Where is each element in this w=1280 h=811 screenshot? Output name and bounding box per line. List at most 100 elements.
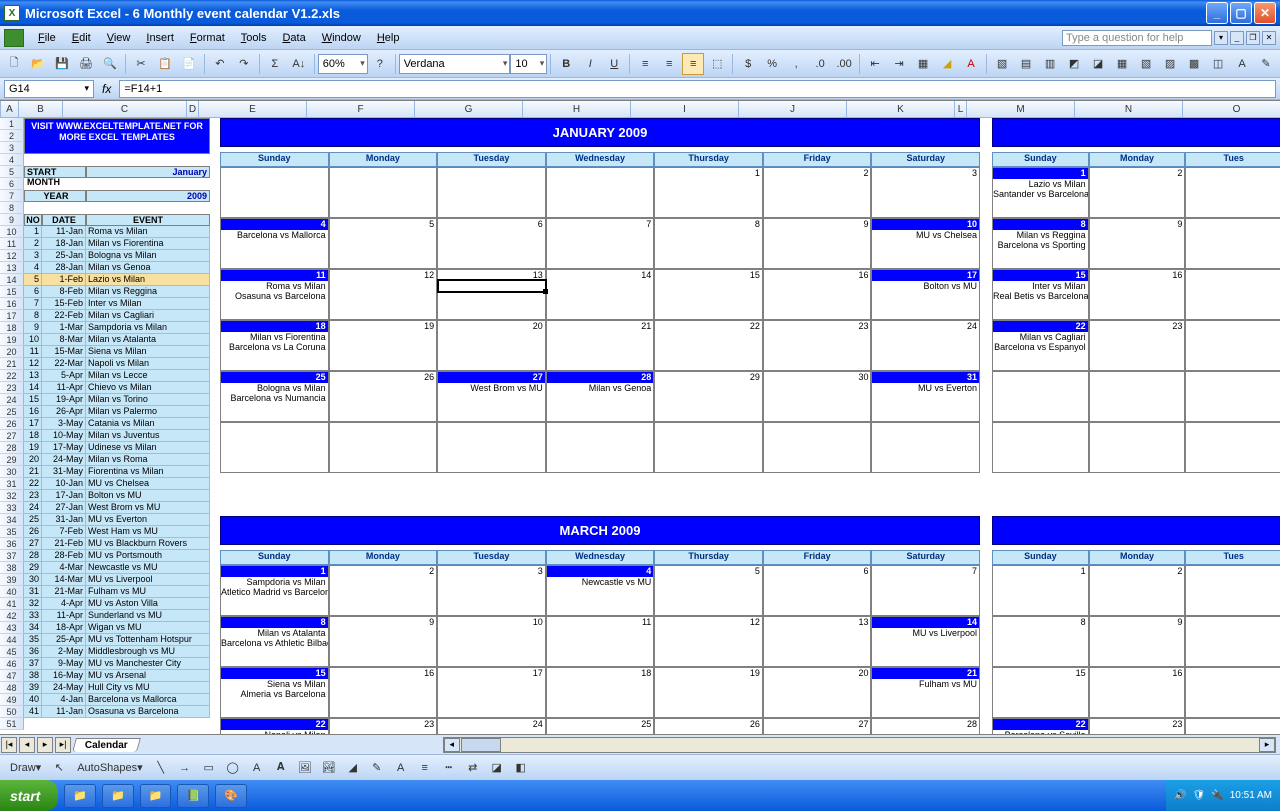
calendar-day-cell[interactable]: 16 [1089,667,1186,718]
row-header[interactable]: 13 [0,262,24,274]
calendar-day-cell[interactable]: 23 [1089,320,1186,371]
arrowstyle-button[interactable]: ⇄ [462,757,484,779]
undo-button[interactable]: ↶ [209,53,231,75]
calendar-day-cell[interactable]: 25Bologna vs MilanBarcelona vs Numancia [220,371,329,422]
event-row[interactable]: 294-MarNewcastle vs MU [24,562,210,574]
calendar-day-cell[interactable]: 5 [654,565,763,616]
calendar-day-cell[interactable] [1185,167,1280,218]
calendar-day-cell[interactable]: 25 [546,718,655,734]
row-header[interactable]: 47 [0,670,24,682]
calendar-day-cell[interactable]: 8 [654,218,763,269]
calendar-day-cell[interactable]: 21 [546,320,655,371]
calendar-day-cell[interactable] [1185,718,1280,734]
extra-button5[interactable]: ◪ [1087,53,1109,75]
calendar-day-cell[interactable]: 19 [654,667,763,718]
calendar-day-cell[interactable] [1089,371,1186,422]
row-header[interactable]: 21 [0,358,24,370]
calendar-day-cell[interactable]: 13 [763,616,872,667]
calendar-day-cell[interactable] [437,422,546,473]
increase-decimal-button[interactable]: .0 [809,53,831,75]
menu-window[interactable]: Window [314,29,369,47]
help-dropdown-button[interactable]: ▾ [1214,31,1228,45]
calendar-day-cell[interactable]: 28Milan vs Genoa [546,371,655,422]
zoom-combo[interactable]: 60% [318,54,368,74]
calendar-day-cell[interactable]: 4Barcelona vs Mallorca [220,218,329,269]
calendar-day-cell[interactable]: 15Siena vs MilanAlmeria vs Barcelona [220,667,329,718]
draw-menu[interactable]: Draw ▾ [5,757,46,779]
calendar-day-cell[interactable]: 2 [1089,167,1186,218]
column-headers[interactable]: ABCDEFGHIJKLMNO [0,101,1280,118]
menu-view[interactable]: View [99,29,139,47]
event-row[interactable]: 111-JanRoma vs Milan [24,226,210,238]
row-header[interactable]: 20 [0,346,24,358]
redo-button[interactable]: ↷ [233,53,255,75]
calendar-day-cell[interactable]: 26 [654,718,763,734]
row-header[interactable]: 38 [0,562,24,574]
row-header[interactable]: 35 [0,526,24,538]
decrease-decimal-button[interactable]: .00 [833,53,855,75]
col-header-C[interactable]: C [63,101,187,117]
doc-minimize-button[interactable]: _ [1230,31,1244,45]
row-header[interactable]: 18 [0,322,24,334]
event-row[interactable]: 715-FebInter vs Milan [24,298,210,310]
calendar-day-cell[interactable] [763,422,872,473]
calendar-day-cell[interactable]: 10MU vs Chelsea [871,218,980,269]
spreadsheet-grid[interactable]: ABCDEFGHIJKLMNO 123456789101112131415161… [0,100,1280,734]
bold-button[interactable]: B [555,53,577,75]
scroll-thumb[interactable] [461,738,501,752]
calendar-day-cell[interactable]: 23 [329,718,438,734]
calendar-day-cell[interactable] [1185,422,1280,473]
fontcolor-button[interactable]: A [390,757,412,779]
year-value[interactable]: 2009 [86,190,210,202]
row-header[interactable]: 25 [0,406,24,418]
select-objects-button[interactable]: ↖ [48,757,70,779]
row-header[interactable]: 6 [0,178,24,190]
col-header-I[interactable]: I [631,101,739,117]
row-header[interactable]: 48 [0,682,24,694]
calendar-day-cell[interactable]: 2 [1089,565,1186,616]
col-header-A[interactable]: A [1,101,19,117]
calendar-day-cell[interactable]: 24 [871,320,980,371]
calendar-day-cell[interactable]: 7 [871,565,980,616]
row-header[interactable]: 34 [0,514,24,526]
event-row[interactable]: 2721-FebMU vs Blackburn Rovers [24,538,210,550]
event-row[interactable]: 2828-FebMU vs Portsmouth [24,550,210,562]
calendar-day-cell[interactable] [329,422,438,473]
col-header-H[interactable]: H [523,101,631,117]
col-header-K[interactable]: K [847,101,955,117]
col-header-N[interactable]: N [1075,101,1183,117]
calendar-day-cell[interactable] [871,422,980,473]
font-color-button[interactable]: A [960,53,982,75]
rectangle-button[interactable]: ▭ [198,757,220,779]
calendar-day-cell[interactable]: 5 [329,218,438,269]
cut-button[interactable]: ✂ [130,53,152,75]
save-button[interactable]: 💾 [51,53,73,75]
calendar-day-cell[interactable] [1089,422,1186,473]
menu-edit[interactable]: Edit [64,29,99,47]
row-header[interactable]: 4 [0,154,24,166]
row-header[interactable]: 8 [0,202,24,214]
calendar-day-cell[interactable]: 9 [1089,616,1186,667]
menu-file[interactable]: File [30,29,64,47]
oval-button[interactable]: ◯ [222,757,244,779]
calendar-day-cell[interactable]: 15 [992,667,1089,718]
calendar-day-cell[interactable]: 14 [546,269,655,320]
col-header-E[interactable]: E [199,101,307,117]
event-row[interactable]: 68-FebMilan vs Reggina [24,286,210,298]
calendar-day-cell[interactable] [220,422,329,473]
merge-button[interactable]: ⬚ [706,53,728,75]
extra-button[interactable]: ▧ [991,53,1013,75]
borders-button[interactable]: ▦ [912,53,934,75]
calendar-day-cell[interactable]: 4Newcastle vs MU [546,565,655,616]
event-row[interactable]: 2317-JanBolton vs MU [24,490,210,502]
row-header[interactable]: 16 [0,298,24,310]
extra-button7[interactable]: ▧ [1135,53,1157,75]
menu-insert[interactable]: Insert [138,29,182,47]
calendar-day-cell[interactable]: 12 [329,269,438,320]
help-button[interactable]: ? [369,53,391,75]
calendar-day-cell[interactable]: 17Bolton vs MU [871,269,980,320]
tab-nav-first[interactable]: |◂ [1,737,17,753]
calendar-day-cell[interactable]: 11 [546,616,655,667]
row-header[interactable]: 43 [0,622,24,634]
event-row[interactable]: 1810-MayMilan vs Juventus [24,430,210,442]
